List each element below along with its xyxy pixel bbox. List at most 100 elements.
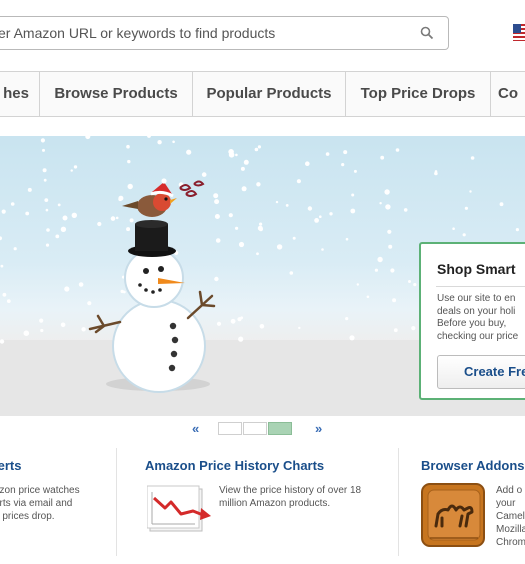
feature-text-alerts: azon price watches erts via email and n …: [0, 484, 96, 523]
snowflake: [285, 204, 289, 207]
feature-line: azon price watches: [0, 485, 80, 496]
snowflake: [319, 215, 322, 218]
snowflake: [71, 212, 78, 218]
snowflake: [259, 222, 263, 226]
snowflake: [39, 318, 44, 323]
snowflake: [321, 248, 324, 251]
search-input[interactable]: [0, 17, 411, 49]
snowflake: [57, 203, 61, 207]
promo-line: Before you buy,: [437, 318, 507, 329]
snowflake: [380, 155, 385, 160]
snowflake: [499, 202, 504, 207]
snowflake: [464, 206, 468, 210]
snowflake: [254, 147, 259, 152]
snowflake: [45, 243, 50, 247]
camel-addon-icon: [421, 483, 485, 547]
carousel-dot[interactable]: [243, 422, 267, 435]
nav-separator: [490, 72, 491, 116]
tab-searches[interactable]: hes: [0, 72, 40, 116]
snowflake: [343, 150, 348, 155]
snowflake: [228, 149, 234, 155]
feature-divider: [116, 448, 117, 556]
snowflake: [240, 316, 244, 320]
snowflake: [411, 326, 416, 331]
snowflake: [73, 165, 78, 169]
search-icon[interactable]: [420, 26, 434, 40]
promo-divider: [436, 286, 525, 287]
snowflake: [186, 149, 192, 155]
feature-line: View the price history of over 18: [219, 485, 362, 496]
promo-card: Shop Smart Use our site to en deals on y…: [419, 242, 525, 400]
snowflake: [329, 212, 333, 216]
snowflake: [289, 271, 294, 275]
carousel-dot-active[interactable]: [268, 422, 292, 435]
snowflake: [385, 204, 391, 210]
snowflake: [46, 228, 50, 232]
snowflake: [298, 326, 301, 330]
snowflake: [235, 153, 238, 157]
snowflake: [23, 330, 30, 336]
snowflake: [356, 283, 359, 286]
snowflake: [126, 144, 130, 149]
snowflake: [408, 280, 411, 283]
main-nav: hes Browse Products Popular Products Top…: [0, 71, 525, 117]
snowflake: [60, 226, 67, 232]
snowflake: [413, 283, 417, 287]
snowflake: [258, 227, 263, 232]
feature-line: n prices drop.: [0, 511, 55, 522]
snowflake: [379, 202, 382, 205]
snowflake: [70, 169, 73, 172]
snowflake: [307, 206, 313, 211]
feature-line: Add o: [496, 485, 523, 496]
snowflake: [462, 233, 466, 237]
snowflake: [353, 169, 357, 173]
snowflake: [341, 163, 345, 167]
snowflake: [256, 252, 259, 256]
snowflake: [6, 299, 11, 303]
snowflake: [314, 218, 319, 223]
feature-title-browser-addons[interactable]: Browser Addons: [421, 458, 525, 473]
snowflake: [0, 339, 5, 344]
snowflake: [325, 152, 330, 156]
search-bar: [0, 16, 449, 50]
snowflake: [392, 298, 397, 303]
snowflake: [243, 159, 249, 165]
snowflake: [393, 328, 398, 333]
feature-title-alerts[interactable]: lerts: [0, 458, 21, 473]
tab-popular-products[interactable]: Popular Products: [193, 72, 345, 116]
feature-text-browser-addons: Add o your Camel Mozilla Chrom: [496, 484, 525, 549]
snowflake: [157, 140, 162, 145]
snowflake: [259, 324, 265, 329]
snowflake: [403, 208, 408, 212]
snowflake: [345, 237, 349, 241]
snowflake: [387, 229, 392, 234]
feature-divider: [398, 448, 399, 556]
feature-title-price-history[interactable]: Amazon Price History Charts: [145, 458, 324, 473]
snowflake: [374, 268, 378, 272]
tab-more[interactable]: Co: [498, 72, 525, 116]
feature-text-price-history: View the price history of over 18 millio…: [219, 484, 389, 510]
feature-line: Camel: [496, 511, 525, 522]
snowflake: [366, 295, 370, 299]
carousel-prev-button[interactable]: «: [192, 421, 199, 436]
create-free-account-button[interactable]: Create Fre: [437, 355, 525, 389]
carousel-dot[interactable]: [218, 422, 242, 435]
snowflake: [42, 148, 45, 152]
snowflake: [40, 138, 46, 143]
feature-line: Chrom: [496, 537, 525, 548]
snowflake: [377, 256, 383, 263]
snowflake: [44, 198, 49, 202]
snowflake: [60, 322, 66, 328]
snowflake: [305, 161, 310, 166]
tab-top-price-drops[interactable]: Top Price Drops: [346, 72, 490, 116]
snowflake: [62, 215, 68, 221]
carousel-next-button[interactable]: »: [315, 421, 322, 436]
promo-line: deals on your holi: [437, 305, 516, 317]
feature-line: million Amazon products.: [219, 498, 331, 509]
tab-browse-products[interactable]: Browse Products: [40, 72, 192, 116]
snowflake: [384, 189, 390, 195]
snowflake: [25, 211, 30, 216]
snowflake: [0, 236, 2, 241]
us-flag-icon[interactable]: [513, 24, 525, 41]
feature-line: Mozilla: [496, 524, 525, 535]
